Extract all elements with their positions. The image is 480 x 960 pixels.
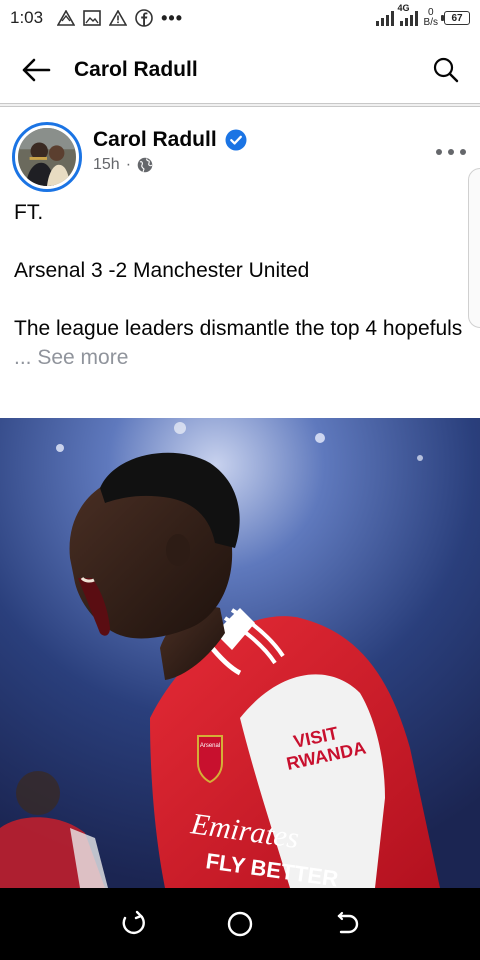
photo-illustration: Arsenal Emirates FLY BETTER VISIT RWANDA: [0, 418, 480, 888]
see-more-link[interactable]: ... See more: [14, 343, 466, 372]
recents-button[interactable]: [113, 904, 153, 944]
system-nav-bar: [0, 888, 480, 960]
back-nav-button[interactable]: [327, 904, 367, 944]
post-photo[interactable]: Arsenal Emirates FLY BETTER VISIT RWANDA: [0, 418, 480, 888]
page-title: Carol Radull: [74, 58, 198, 81]
arrow-left-icon: [22, 58, 51, 82]
crest-text: Arsenal: [200, 743, 220, 749]
signal-4g-icon: 4G: [398, 3, 418, 26]
net-speed-unit: B/s: [423, 17, 438, 28]
avatar-image: [18, 128, 76, 186]
home-button[interactable]: [220, 904, 260, 944]
back-icon: [337, 911, 358, 934]
post-text: FT. Arsenal 3 -2 Manchester United The l…: [0, 198, 480, 372]
network-type: 4G: [397, 3, 410, 13]
avatar[interactable]: [12, 122, 82, 192]
post-line-2: Arsenal 3 -2 Manchester United: [14, 259, 310, 282]
side-panel-handle[interactable]: [468, 168, 480, 328]
post-line-1: FT.: [14, 201, 44, 224]
recents-icon: [122, 910, 146, 935]
more-dots-icon: •••: [161, 7, 183, 28]
post: Carol Radull 15h · FT. Arsenal 3 -2 Manc…: [0, 108, 480, 372]
back-button[interactable]: [16, 50, 56, 90]
battery-level: 67: [451, 12, 463, 24]
dot: [460, 149, 466, 155]
dot: [448, 149, 454, 155]
app-header: Carol Radull: [0, 36, 480, 104]
author-name[interactable]: Carol Radull: [93, 128, 217, 152]
warning-triangle-icon: [57, 9, 76, 27]
signal-icon: [375, 10, 394, 26]
status-time: 1:03: [10, 8, 44, 27]
facebook-icon: [135, 9, 153, 27]
verified-badge-icon: [225, 129, 247, 151]
post-time-row: 15h ·: [93, 156, 247, 174]
home-icon: [227, 911, 253, 937]
search-icon: [433, 57, 459, 83]
post-header: Carol Radull 15h ·: [0, 108, 480, 328]
post-line-3: The league leaders dismantle the top 4 h…: [14, 317, 463, 340]
search-button[interactable]: [428, 52, 464, 88]
battery-icon: 67: [441, 11, 470, 25]
dot: [436, 149, 442, 155]
net-speed: 0 B/s: [424, 8, 438, 28]
post-time[interactable]: 15h: [93, 156, 120, 174]
post-options-button[interactable]: [436, 142, 466, 162]
image-icon: [83, 9, 101, 27]
status-bar: 1:03 ••• 4G 0 B/s 67: [0, 0, 480, 36]
post-meta: Carol Radull 15h ·: [93, 122, 247, 174]
screen: 1:03 ••• 4G 0 B/s 67 Carol Radull Carol …: [0, 0, 480, 960]
globe-icon: [137, 157, 153, 173]
time-separator: ·: [125, 156, 132, 173]
status-right: 4G 0 B/s 67: [375, 3, 470, 28]
status-left: 1:03 •••: [10, 8, 183, 29]
alert-icon: [109, 9, 128, 27]
header-divider: [0, 103, 480, 107]
author-row: Carol Radull: [93, 128, 247, 152]
